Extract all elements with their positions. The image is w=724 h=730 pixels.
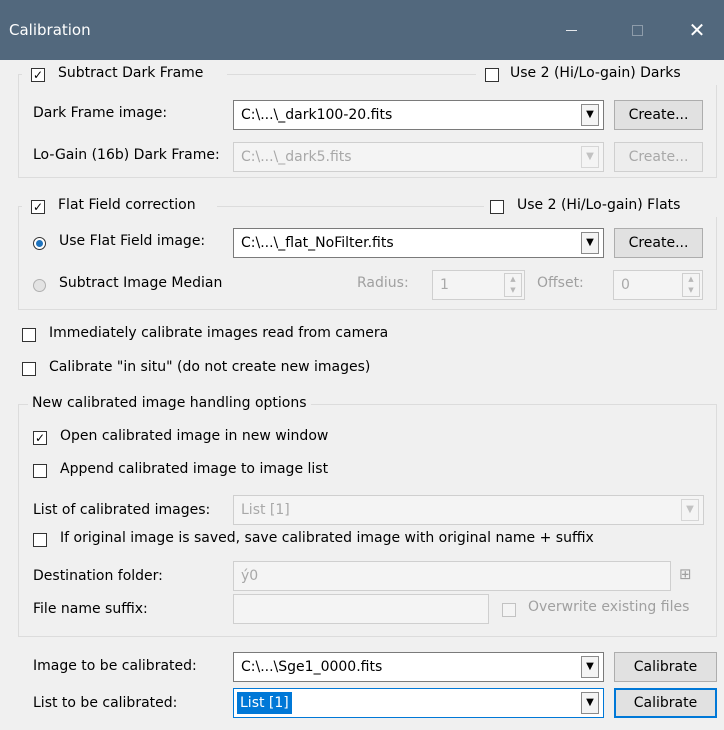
radius-value: 1	[440, 277, 449, 293]
minimize-icon	[565, 29, 577, 31]
subtract-median-label: Subtract Image Median	[59, 275, 223, 291]
append-list-label: Append calibrated image to image list	[60, 461, 329, 477]
chevron-down-icon: ▼	[681, 499, 699, 521]
dark-group-header: ✓ Subtract Dark Frame	[22, 65, 227, 85]
close-icon: ✕	[688, 18, 706, 42]
append-list-checkbox[interactable]	[33, 464, 47, 478]
list-to-calibrate-select[interactable]: List [1] ▼	[233, 688, 604, 718]
image-to-calibrate-value: C:\...\Sge1_0000.fits	[241, 659, 383, 675]
dark-use2-header: Use 2 (Hi/Lo-gain) Darks	[476, 65, 720, 85]
destination-folder-label: Destination folder:	[33, 568, 163, 584]
flat-use2-header: Use 2 (Hi/Lo-gain) Flats	[484, 197, 720, 217]
use2-darks-checkbox[interactable]	[485, 68, 499, 82]
open-new-window-checkbox[interactable]: ✓	[33, 431, 47, 445]
maximize-icon	[631, 24, 643, 36]
subtract-dark-label: Subtract Dark Frame	[58, 65, 204, 81]
subtract-dark-checkbox[interactable]: ✓	[31, 68, 45, 82]
chevron-down-icon: ▼	[581, 232, 599, 254]
overwrite-checkbox	[502, 603, 516, 617]
calibrated-list-label: List of calibrated images:	[33, 502, 211, 518]
flat-image-value: C:\...\_flat_NoFilter.fits	[241, 235, 394, 251]
calibrate-list-button[interactable]: Calibrate	[614, 688, 717, 718]
subtract-median-radio[interactable]	[33, 279, 46, 292]
window-title: Calibration	[9, 21, 91, 39]
flat-group-header: ✓ Flat Field correction	[22, 197, 217, 217]
maximize-button	[614, 0, 660, 60]
immediate-calibrate-checkbox[interactable]	[22, 328, 36, 342]
file-suffix-field	[233, 594, 489, 624]
folder-tree-icon: ⊞	[679, 565, 692, 583]
use2-flats-label: Use 2 (Hi/Lo-gain) Flats	[517, 197, 681, 213]
chevron-down-icon: ▼	[581, 146, 599, 168]
dark-frame-image-select[interactable]: C:\...\_dark100-20.fits ▼	[233, 100, 604, 130]
save-with-suffix-label: If original image is saved, save calibra…	[60, 530, 594, 546]
dark-frame-value: C:\...\_dark100-20.fits	[241, 107, 393, 123]
spinner-arrows-icon: ▲ ▼	[682, 273, 700, 297]
immediate-calibrate-label: Immediately calibrate images read from c…	[49, 325, 389, 341]
image-to-calibrate-select[interactable]: C:\...\Sge1_0000.fits ▼	[233, 652, 604, 682]
file-suffix-label: File name suffix:	[33, 601, 148, 617]
offset-value: 0	[621, 277, 630, 293]
open-new-window-label: Open calibrated image in new window	[60, 428, 329, 444]
destination-folder-field: ý0	[233, 561, 671, 591]
handling-options-title: New calibrated image handling options	[28, 395, 311, 411]
chevron-down-icon: ▼	[581, 656, 599, 678]
in-situ-label: Calibrate "in situ" (do not create new i…	[49, 359, 371, 375]
overwrite-label: Overwrite existing files	[528, 599, 690, 615]
flat-field-label: Flat Field correction	[58, 197, 196, 213]
in-situ-checkbox[interactable]	[22, 362, 36, 376]
save-with-suffix-checkbox[interactable]	[33, 533, 47, 547]
minimize-button[interactable]	[548, 0, 594, 60]
image-to-calibrate-label: Image to be calibrated:	[33, 658, 197, 674]
close-button[interactable]: ✕	[674, 0, 720, 60]
list-to-calibrate-value: List [1]	[237, 692, 292, 714]
use-flat-image-label: Use Flat Field image:	[59, 233, 206, 249]
list-to-calibrate-label: List to be calibrated:	[33, 695, 178, 711]
title-bar: Calibration ✕	[0, 0, 724, 60]
calibrated-list-value: List [1]	[241, 502, 290, 518]
use-flat-image-radio[interactable]	[33, 237, 46, 250]
chevron-down-icon: ▼	[581, 692, 599, 714]
flat-image-select[interactable]: C:\...\_flat_NoFilter.fits ▼	[233, 228, 604, 258]
use2-darks-label: Use 2 (Hi/Lo-gain) Darks	[510, 65, 681, 81]
offset-label: Offset:	[537, 275, 584, 291]
create-dark-button[interactable]: Create...	[614, 100, 703, 130]
calibrated-list-select: List [1] ▼	[233, 495, 704, 525]
radius-spinner: 1 ▲ ▼	[432, 270, 525, 300]
radius-label: Radius:	[357, 275, 409, 291]
destination-folder-value: ý0	[241, 568, 259, 584]
create-lo-gain-dark-button: Create...	[614, 142, 703, 172]
lo-gain-dark-label: Lo-Gain (16b) Dark Frame:	[33, 147, 220, 163]
chevron-down-icon: ▼	[581, 104, 599, 126]
use2-flats-checkbox[interactable]	[490, 200, 504, 214]
calibrate-image-button[interactable]: Calibrate	[614, 652, 717, 682]
lo-gain-dark-value: C:\...\_dark5.fits	[241, 149, 352, 165]
spinner-arrows-icon: ▲ ▼	[504, 273, 522, 297]
lo-gain-dark-select: C:\...\_dark5.fits ▼	[233, 142, 604, 172]
flat-field-checkbox[interactable]: ✓	[31, 200, 45, 214]
dark-frame-image-label: Dark Frame image:	[33, 105, 168, 121]
create-flat-button[interactable]: Create...	[614, 228, 703, 258]
offset-spinner: 0 ▲ ▼	[613, 270, 703, 300]
